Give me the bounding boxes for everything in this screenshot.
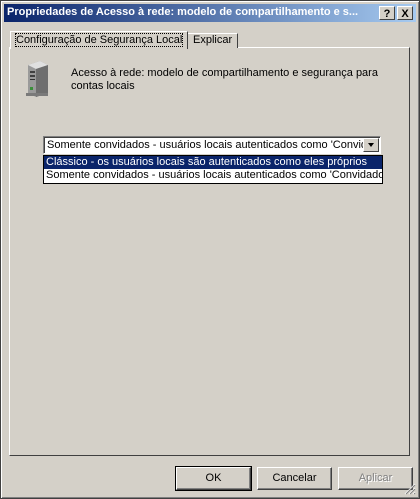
security-model-select[interactable]: Somente convidados - usuários locais aut… bbox=[43, 136, 381, 154]
help-button[interactable]: ? bbox=[379, 6, 395, 20]
dialog-window: Propriedades de Acesso à rede: modelo de… bbox=[0, 0, 420, 499]
apply-button[interactable]: Aplicar bbox=[338, 467, 413, 490]
resize-grip-icon[interactable] bbox=[404, 483, 416, 495]
tab-explain[interactable]: Explicar bbox=[187, 33, 239, 48]
chevron-down-icon[interactable] bbox=[363, 138, 379, 152]
tab-local-security-setting[interactable]: Configuração de Segurança Local bbox=[10, 31, 189, 49]
policy-description: Acesso à rede: modelo de compartilhament… bbox=[71, 67, 378, 92]
cancel-button[interactable]: Cancelar bbox=[257, 467, 332, 490]
option-classic[interactable]: Clássico - os usuários locais são autent… bbox=[44, 156, 382, 169]
close-button[interactable]: X bbox=[397, 6, 413, 20]
tab-panel bbox=[9, 47, 410, 456]
select-value: Somente convidados - usuários locais aut… bbox=[47, 139, 363, 151]
tab-label: Configuração de Segurança Local bbox=[14, 33, 184, 47]
option-guest-only[interactable]: Somente convidados - usuários locais aut… bbox=[44, 169, 382, 182]
select-dropdown-list[interactable]: Clássico - os usuários locais são autent… bbox=[43, 155, 383, 184]
window-title: Propriedades de Acesso à rede: modelo de… bbox=[7, 6, 359, 18]
server-icon bbox=[26, 61, 48, 97]
ok-button[interactable]: OK bbox=[175, 466, 252, 491]
tab-label: Explicar bbox=[193, 34, 233, 46]
title-bar[interactable]: Propriedades de Acesso à rede: modelo de… bbox=[4, 4, 416, 22]
